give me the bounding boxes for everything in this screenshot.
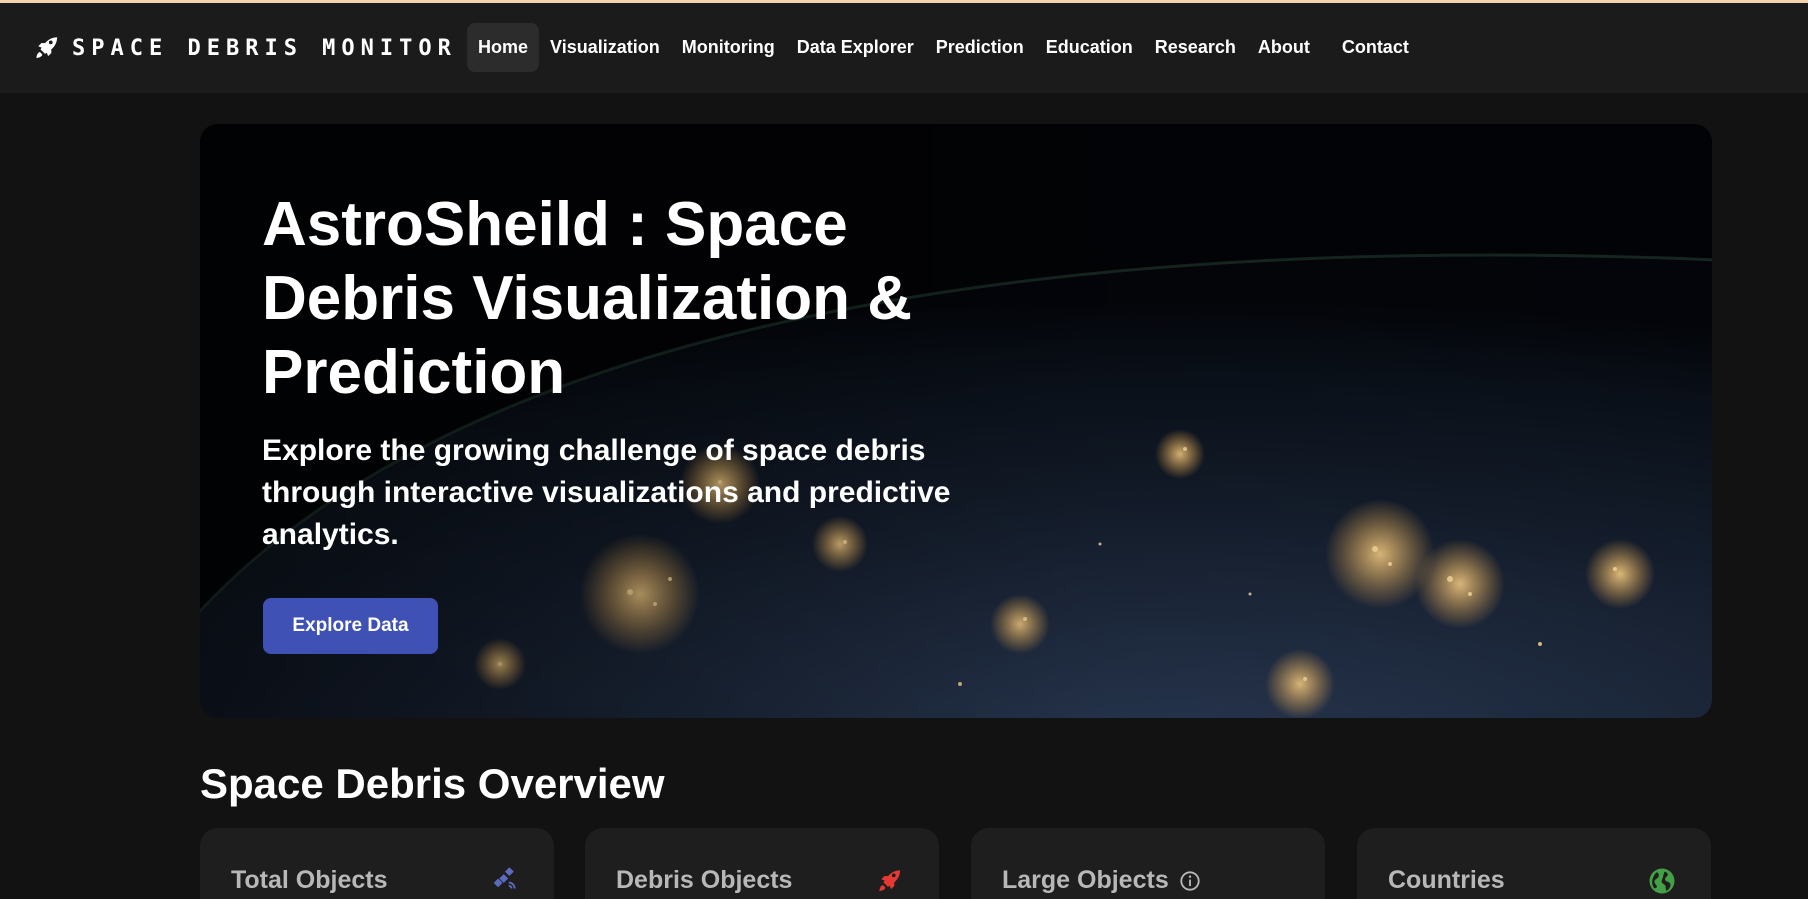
satellite-icon (493, 867, 516, 889)
main-nav: Home Visualization Monitoring Data Explo… (467, 23, 1420, 72)
globe-icon (1649, 868, 1675, 894)
nav-contact[interactable]: Contact (1331, 23, 1420, 72)
brand-name: SPACE DEBRIS MONITOR (72, 35, 457, 61)
card-label: Countries (1388, 866, 1505, 894)
card-total-objects[interactable]: Total Objects (200, 828, 554, 899)
hero-subtitle: Explore the growing challenge of space d… (262, 434, 951, 551)
explore-data-button[interactable]: Explore Data (263, 598, 438, 654)
nav-research[interactable]: Research (1144, 23, 1247, 72)
nav-home[interactable]: Home (467, 23, 540, 72)
nav-about[interactable]: About (1247, 23, 1321, 72)
card-label: Large Objects (1002, 866, 1201, 895)
card-countries[interactable]: Countries (1357, 828, 1711, 899)
overview-title: Space Debris Overview (200, 760, 665, 807)
nav-monitoring[interactable]: Monitoring (671, 23, 786, 72)
info-icon[interactable] (1179, 870, 1201, 892)
card-label-text: Large Objects (1002, 866, 1169, 894)
rocket-icon (36, 36, 58, 58)
nav-education[interactable]: Education (1035, 23, 1144, 72)
nav-visualization[interactable]: Visualization (539, 23, 671, 72)
card-label: Debris Objects (616, 866, 793, 894)
hero-banner: AstroSheild : Space Debris Visualization… (200, 124, 1712, 718)
nav-prediction[interactable]: Prediction (925, 23, 1035, 72)
brand-logo[interactable]: SPACE DEBRIS MONITOR (32, 33, 457, 63)
rocket-icon (879, 869, 901, 891)
card-label: Total Objects (231, 866, 388, 894)
card-large-objects[interactable]: Large Objects (971, 828, 1325, 899)
navbar: SPACE DEBRIS MONITOR Home Visualization … (0, 3, 1808, 93)
overview-cards: Total Objects Debris Objects Large Objec… (200, 828, 1712, 899)
hero-title: AstroSheild : Space Debris Visualization… (262, 190, 913, 407)
nav-data-explorer[interactable]: Data Explorer (786, 23, 925, 72)
card-debris-objects[interactable]: Debris Objects (585, 828, 939, 899)
